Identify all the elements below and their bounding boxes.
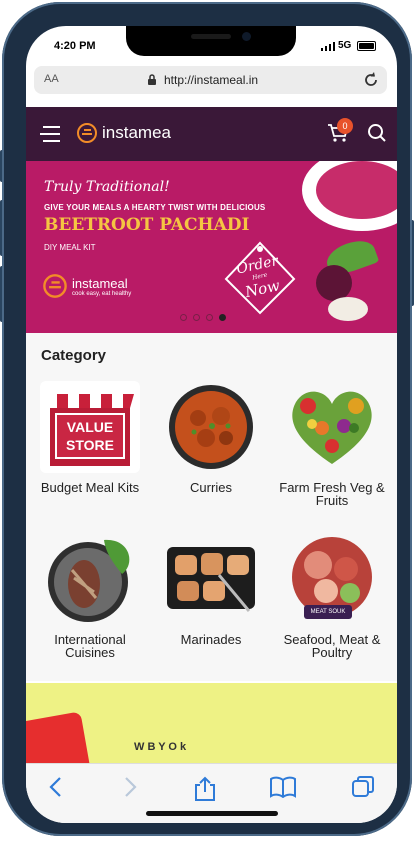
battery-icon xyxy=(357,41,376,51)
banner-logo-text: instameal xyxy=(72,275,128,291)
reload-icon[interactable] xyxy=(361,70,381,90)
category-international[interactable]: International Cuisines xyxy=(35,533,145,659)
banner-logo-mark-icon xyxy=(43,274,67,298)
veg-heart-icon xyxy=(282,381,382,473)
offer-ribbon-icon xyxy=(26,711,91,763)
share-icon[interactable] xyxy=(193,776,217,802)
carousel-dots xyxy=(180,314,226,321)
category-curries[interactable]: Curries xyxy=(156,381,266,494)
meat-souk-label: MEAT SOUK xyxy=(304,605,352,619)
order-now-sign[interactable]: Order Here Now xyxy=(222,239,298,315)
curry-bowl-icon xyxy=(161,381,261,473)
banner-headline: GIVE YOUR MEALS A HEARTY TWIST WITH DELI… xyxy=(44,203,266,212)
brand-prefix: insta xyxy=(102,123,138,142)
screen: 4:20 PM 5G AA http://instameal.in instam… xyxy=(26,26,397,823)
plate-icon xyxy=(40,533,140,625)
site-header: instamea 0 xyxy=(26,107,397,161)
carousel-dot[interactable] xyxy=(193,314,200,321)
phone-frame: 4:20 PM 5G AA http://instameal.in instam… xyxy=(2,2,412,836)
home-indicator[interactable] xyxy=(146,811,278,816)
category-label: Seafood, Meat & Poultry xyxy=(283,632,381,660)
search-icon[interactable] xyxy=(367,123,387,143)
lock-icon xyxy=(148,74,156,85)
text-size-button[interactable]: AA xyxy=(44,73,59,85)
banner-tagline: Truly Traditional! xyxy=(44,179,170,195)
url-text[interactable]: http://instameal.in xyxy=(164,73,258,87)
banner-logo: instameal cook easy, eat healthy xyxy=(42,273,131,299)
signal-icon xyxy=(321,42,335,51)
value-store-line1: VALUE xyxy=(66,419,114,435)
banner-logo-caption: cook easy, eat healthy xyxy=(72,290,132,297)
category-marinades[interactable]: Marinades xyxy=(156,533,266,646)
address-bar[interactable]: AA http://instameal.in xyxy=(34,66,387,94)
carousel-dot-active[interactable] xyxy=(219,314,226,321)
banner-title: BEETROOT PACHADI xyxy=(44,215,250,235)
promo-peek-text: W B Y O k xyxy=(134,741,187,753)
category-label: International Cuisines xyxy=(54,632,126,660)
cart-count-badge: 0 xyxy=(337,118,353,134)
hamburger-menu-icon[interactable] xyxy=(40,124,62,144)
status-time: 4:20 PM xyxy=(54,40,96,52)
beetroot-image xyxy=(316,265,352,301)
meat-platter-icon: MEAT SOUK xyxy=(282,533,382,625)
category-label: Marinades xyxy=(180,632,242,647)
category-seafood-meat[interactable]: MEAT SOUK Seafood, Meat & Poultry xyxy=(277,533,387,659)
banner-subtitle: DIY MEAL KIT xyxy=(44,243,96,252)
marinade-tray-icon xyxy=(161,533,261,625)
category-budget-meal-kits[interactable]: VALUE STORE Budget Meal Kits xyxy=(35,381,145,494)
network-label: 5G xyxy=(338,40,352,51)
value-store-line2: STORE xyxy=(66,437,114,453)
carousel-dot[interactable] xyxy=(206,314,213,321)
rice-bowl-image xyxy=(328,297,368,321)
category-farm-fresh[interactable]: Farm Fresh Veg & Fruits xyxy=(277,381,387,507)
value-store-icon: VALUE STORE xyxy=(40,381,140,473)
brand-suffix: mea xyxy=(137,123,171,142)
bookmarks-icon[interactable] xyxy=(270,776,296,798)
pachadi-plate-image xyxy=(302,161,397,231)
category-label: Farm Fresh Veg & Fruits xyxy=(279,480,385,508)
forward-icon[interactable] xyxy=(122,776,138,798)
category-section: Category VALUE STORE Budget Meal Kits Cu… xyxy=(26,333,397,681)
back-icon[interactable] xyxy=(48,776,64,798)
carousel-dot[interactable] xyxy=(180,314,187,321)
category-label: Curries xyxy=(190,480,232,495)
brand-logo[interactable]: instamea xyxy=(76,122,171,144)
category-title: Category xyxy=(41,347,107,364)
notch xyxy=(126,26,296,56)
category-label: Budget Meal Kits xyxy=(40,480,140,495)
tabs-icon[interactable] xyxy=(352,776,374,798)
promo-banner[interactable]: Truly Traditional! GIVE YOUR MEALS A HEA… xyxy=(26,161,397,333)
promo-strip: W B Y O k xyxy=(26,683,397,763)
logo-mark-icon xyxy=(77,123,97,143)
